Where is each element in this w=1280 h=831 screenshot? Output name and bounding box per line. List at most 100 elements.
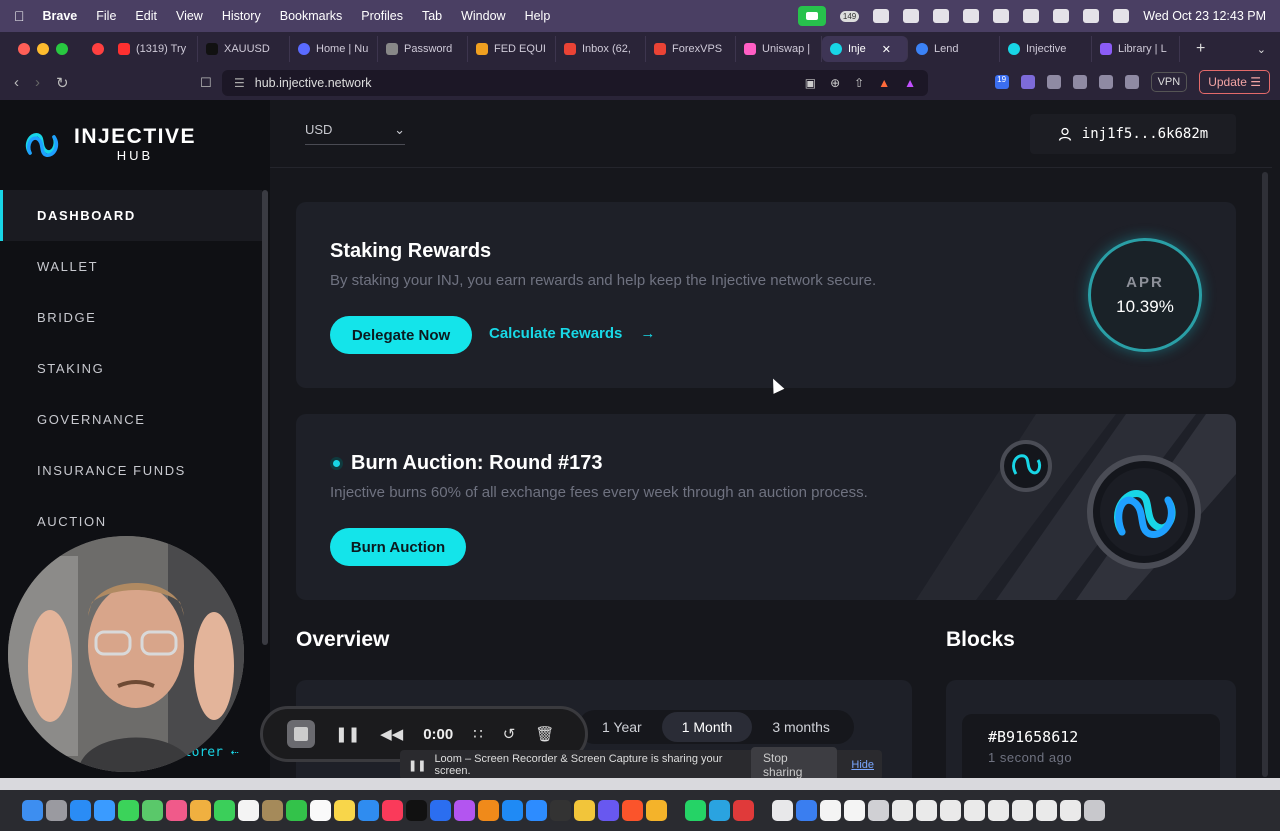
apple-icon[interactable]:  [14,8,25,24]
globe-icon[interactable] [796,800,817,821]
calendar-icon[interactable] [238,800,259,821]
pause-icon[interactable]: ❚❚ [335,725,360,743]
url-text[interactable]: hub.injective.network [255,76,372,90]
messages-icon[interactable] [118,800,139,821]
stop-recording-button[interactable] [287,720,315,748]
window-thumbnail-icon[interactable] [1036,800,1057,821]
numbers-icon[interactable] [286,800,307,821]
period-3-months[interactable]: 3 months [752,712,850,742]
screen-icon[interactable] [873,9,890,23]
app-store-icon[interactable] [502,800,523,821]
maps-icon[interactable] [142,800,163,821]
main-scrollbar[interactable] [1262,172,1268,777]
menu-edit[interactable]: Edit [135,9,157,23]
tab-injective-active[interactable]: Inje ✕ [822,36,908,62]
brave-rewards-icon[interactable]: ▲ [904,76,916,90]
battery-icon[interactable] [993,9,1010,23]
window-thumbnail-icon[interactable] [916,800,937,821]
record-icon[interactable] [963,9,980,23]
folder-icon[interactable] [772,800,793,821]
menubar-clock[interactable]: Wed Oct 23 12:43 PM [1143,9,1266,23]
menu-app-name[interactable]: Brave [43,9,78,23]
window-thumbnail-icon[interactable] [892,800,913,821]
zoom-icon[interactable] [526,800,547,821]
document-icon[interactable] [820,800,841,821]
tab-youtube[interactable]: (1319) Try [110,36,198,62]
minimize-window-icon[interactable] [37,43,49,55]
sidebar-item-bridge[interactable]: BRIDGE [0,292,262,343]
account-button[interactable]: inj1f5...6k682m [1030,114,1236,154]
sidebar-item-dashboard[interactable]: DASHBOARD [0,190,262,241]
window-thumbnail-icon[interactable] [964,800,985,821]
sidebar-item-wallet[interactable]: WALLET [0,241,262,292]
close-window-icon[interactable] [18,43,30,55]
photos-icon[interactable] [190,800,211,821]
window-thumbnail-icon[interactable] [988,800,1009,821]
menu-bookmarks[interactable]: Bookmarks [280,9,343,23]
pdf-icon[interactable] [733,800,754,821]
extension-icon[interactable] [903,9,920,23]
wallet-icon[interactable] [1098,75,1113,89]
camera-icon[interactable] [797,6,826,26]
puzzle-icon[interactable] [1046,75,1061,89]
sidebar-toggle-icon[interactable] [1072,75,1087,89]
bookmark-icon[interactable]: ☐ [200,75,212,91]
update-button[interactable]: Update ☰ [1199,70,1270,94]
control-center-icon[interactable] [1083,9,1100,23]
list-item[interactable]: #B91658612 1 second ago [962,714,1220,778]
notion-icon[interactable] [310,800,331,821]
apple-tv-icon[interactable] [406,800,427,821]
siri-icon[interactable] [1113,9,1130,23]
menu-file[interactable]: File [96,9,116,23]
tab-forexvps[interactable]: ForexVPS [646,36,736,62]
keynote-icon[interactable] [358,800,379,821]
back-icon[interactable]: ‹ [14,74,19,92]
tab-injective[interactable]: Injective [1000,36,1092,62]
github-icon[interactable] [550,800,571,821]
tab-xauusd[interactable]: XAUUSD [198,36,290,62]
camera-permission-icon[interactable]: ▣ [805,76,816,90]
finder-icon[interactable] [22,800,43,821]
brave-icon[interactable] [622,800,643,821]
mail-icon[interactable] [94,800,115,821]
tab-fed-equi[interactable]: FED EQUI [468,36,556,62]
delegate-now-button[interactable]: Delegate Now [330,316,472,354]
period-1-year[interactable]: 1 Year [582,712,662,742]
zoom-window-icon[interactable] [56,43,68,55]
leo-ai-icon[interactable] [1124,75,1139,89]
close-tab-icon[interactable]: ✕ [882,43,891,56]
sidebar-item-governance[interactable]: GOVERNANCE [0,394,262,445]
calculate-rewards-link[interactable]: Calculate Rewards → [489,325,655,342]
safari-icon[interactable] [70,800,91,821]
apple-music-icon[interactable] [382,800,403,821]
tab-list-chevron-icon[interactable]: ⌄ [1257,43,1266,56]
loom-icon[interactable] [598,800,619,821]
new-tab-icon[interactable]: + [1196,40,1205,58]
rewind-icon[interactable]: ◀◀ [380,725,403,743]
tab-lend[interactable]: Lend [908,36,1000,62]
period-1-month[interactable]: 1 Month [661,712,753,742]
document-icon[interactable] [844,800,865,821]
burn-auction-button[interactable]: Burn Auction [330,528,466,566]
extension-icon[interactable] [1020,75,1035,89]
sidebar-item-insurance-funds[interactable]: INSURANCE FUNDS [0,445,262,496]
menu-help[interactable]: Help [525,9,551,23]
zoom-icon[interactable]: ⊕ [830,76,840,90]
tab-password[interactable]: Password [378,36,468,62]
notes-icon[interactable] [334,800,355,821]
tab-uniswap[interactable]: Uniswap | [736,36,822,62]
window-thumbnail-icon[interactable] [1012,800,1033,821]
site-settings-icon[interactable]: ☰ [234,76,245,90]
music-streaming-icon[interactable] [166,800,187,821]
notes-folder-icon[interactable] [262,800,283,821]
restart-icon[interactable]: ↺ [503,725,516,743]
webcam-bubble[interactable] [8,536,244,772]
vlc-icon[interactable] [478,800,499,821]
menu-view[interactable]: View [176,9,203,23]
play-icon[interactable] [933,9,950,23]
window-thumbnail-icon[interactable] [1060,800,1081,821]
help-icon[interactable] [868,800,889,821]
chrome-canary-icon[interactable] [646,800,667,821]
brave-shields-icon[interactable]: ▲ [878,76,890,90]
chrome-icon[interactable] [574,800,595,821]
